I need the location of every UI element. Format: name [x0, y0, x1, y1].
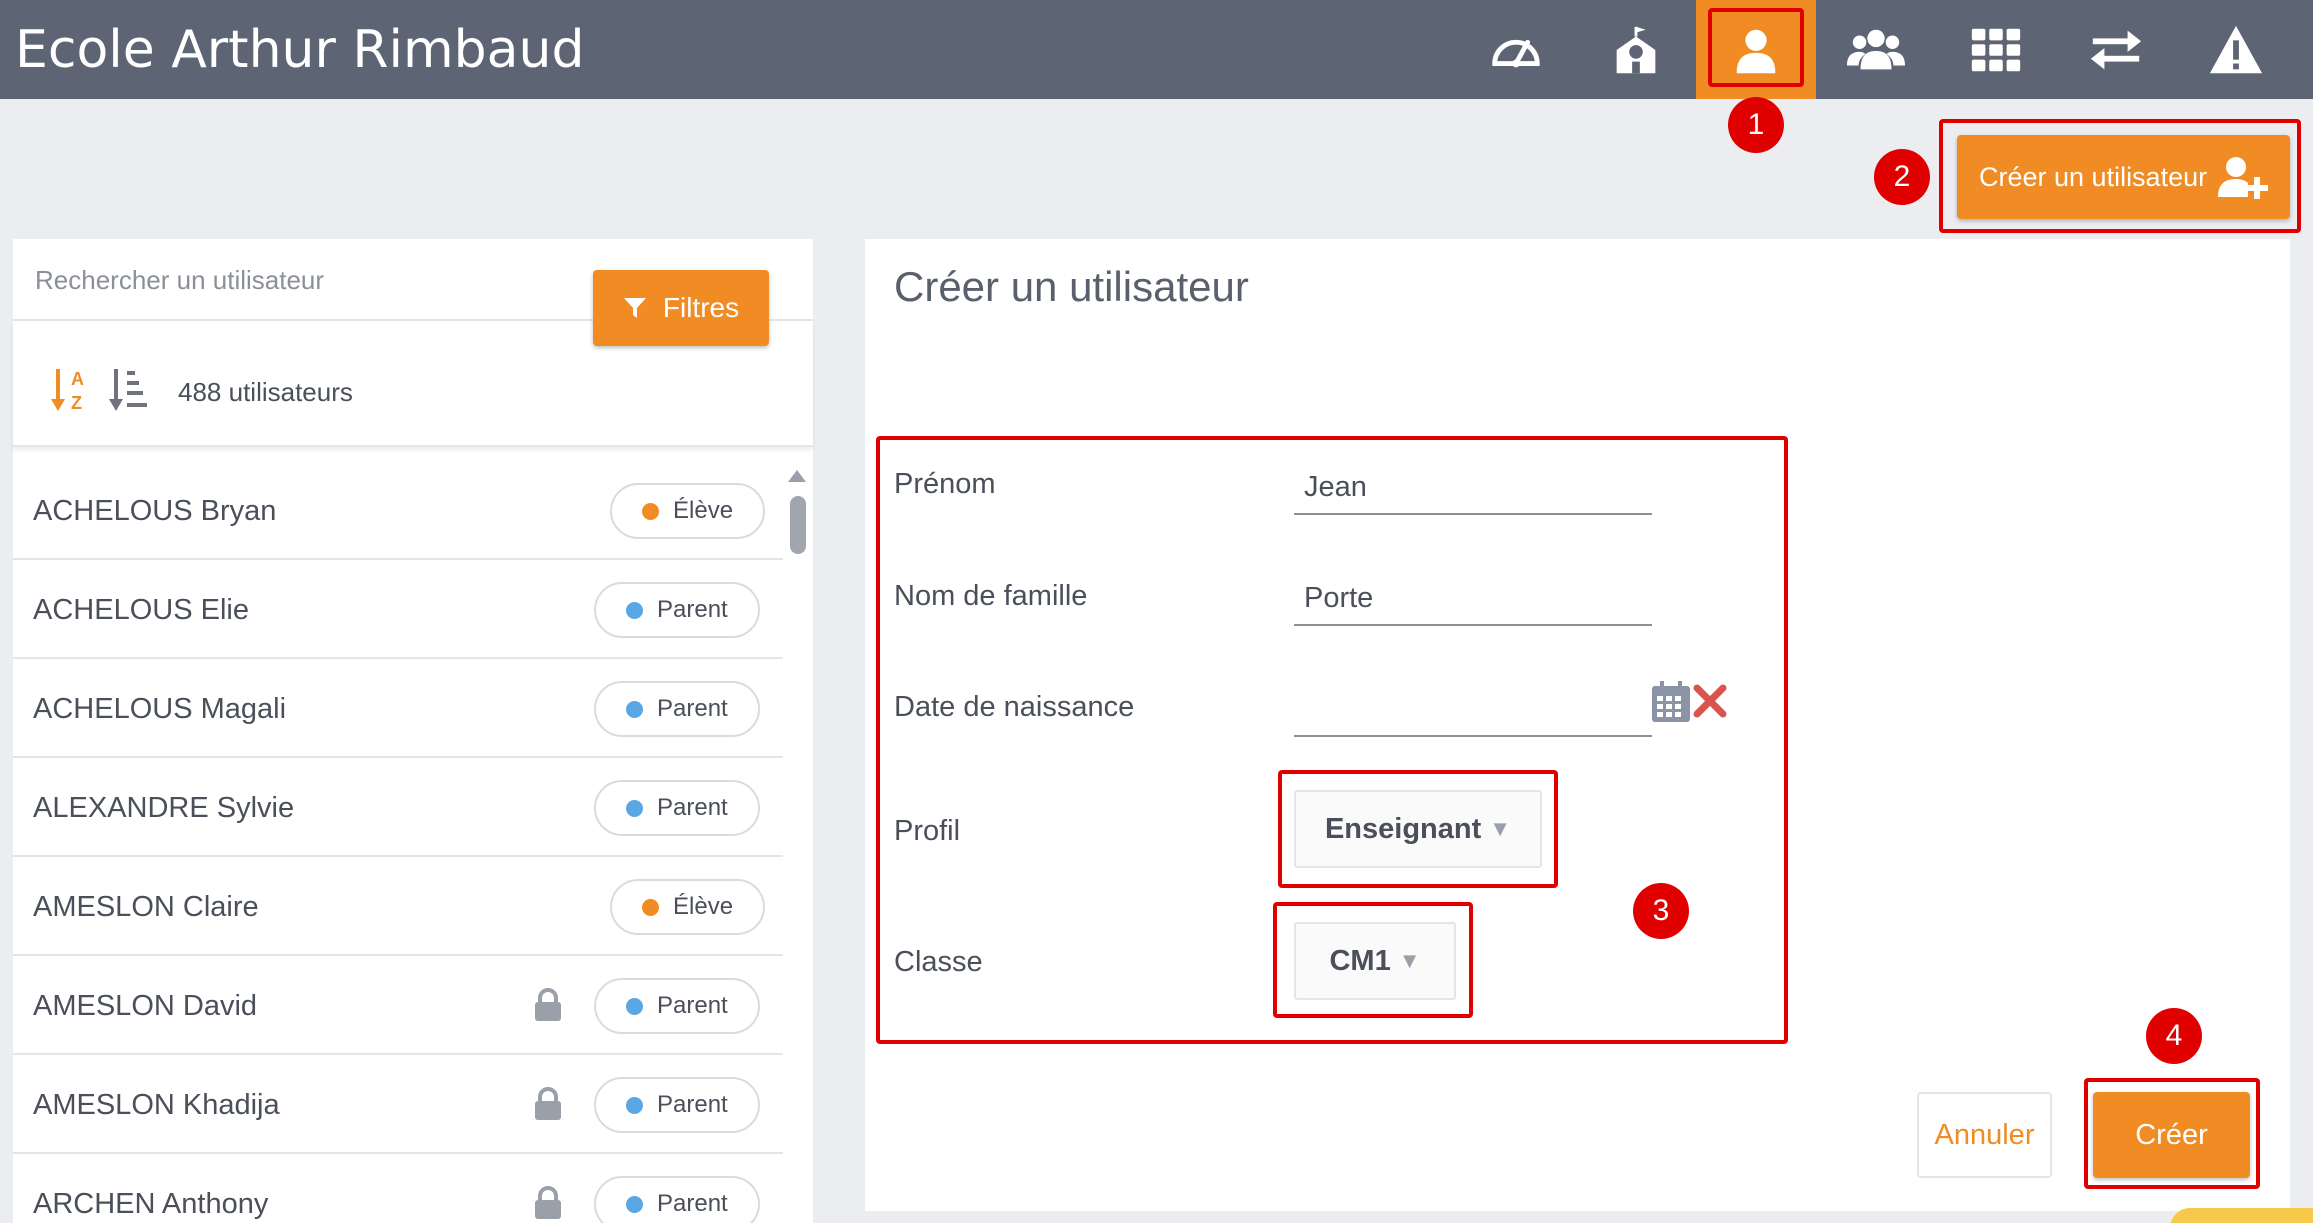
- users-group-icon[interactable]: [1816, 0, 1936, 99]
- annotation-box-2: [1939, 119, 2301, 233]
- annotation-badge-2: 2: [1874, 149, 1930, 205]
- list-item[interactable]: AMESLON Khadija Parent: [13, 1055, 783, 1154]
- school-building-icon[interactable]: [1576, 0, 1696, 99]
- school-name: Ecole Arthur Rimbaud: [15, 20, 585, 80]
- role-label: Parent: [657, 794, 728, 821]
- user-name: ALEXANDRE Sylvie: [33, 792, 295, 824]
- list-item[interactable]: AMESLON Claire Élève: [13, 857, 783, 956]
- role-badge: Élève: [610, 879, 766, 935]
- role-label: Parent: [657, 1091, 728, 1118]
- annotation-badge-3: 3: [1633, 883, 1689, 939]
- list-item[interactable]: ACHELOUS Magali Parent: [13, 659, 783, 758]
- role-label: Parent: [657, 992, 728, 1019]
- user-name: ARCHEN Anthony: [33, 1188, 269, 1220]
- filters-button[interactable]: Filtres: [593, 270, 769, 346]
- list-item[interactable]: ALEXANDRE Sylvie Parent: [13, 758, 783, 857]
- cancel-button[interactable]: Annuler: [1917, 1092, 2052, 1178]
- role-label: Parent: [657, 695, 728, 722]
- annotation-box-1: [1708, 8, 1804, 87]
- role-label: Parent: [657, 596, 728, 623]
- user-name: AMESLON Khadija: [33, 1089, 280, 1121]
- role-badge: Parent: [594, 1176, 760, 1223]
- user-list: ACHELOUS Bryan Élève ACHELOUS Elie Parent AC…: [13, 461, 783, 1223]
- annotation-badge-4: 4: [2146, 1008, 2202, 1064]
- user-name: AMESLON David: [33, 990, 258, 1022]
- role-label: Élève: [673, 497, 734, 524]
- lock-icon: [535, 988, 561, 1021]
- user-name: ACHELOUS Magali: [33, 693, 287, 725]
- user-name: ACHELOUS Elie: [33, 594, 249, 626]
- role-label: Parent: [657, 1190, 728, 1217]
- role-dot: [642, 898, 659, 916]
- annotation-box-4: [2084, 1078, 2260, 1189]
- sort-amount-icon[interactable]: [109, 365, 149, 413]
- list-item[interactable]: ARCHEN Anthony Parent: [13, 1154, 783, 1223]
- role-dot: [626, 700, 643, 718]
- form-title: Créer un utilisateur: [894, 263, 1249, 310]
- role-label: Élève: [673, 893, 734, 920]
- sort-alpha-icon[interactable]: AZ: [51, 365, 91, 413]
- scroll-up-arrow[interactable]: [788, 470, 806, 482]
- role-badge: Parent: [594, 780, 760, 836]
- user-name: AMESLON Claire: [33, 891, 259, 923]
- svg-text:A: A: [71, 369, 84, 389]
- user-name: ACHELOUS Bryan: [33, 495, 277, 527]
- corner-widget: [2170, 1208, 2313, 1223]
- scrollbar-thumb[interactable]: [790, 496, 806, 554]
- list-item[interactable]: ACHELOUS Elie Parent: [13, 560, 783, 659]
- role-badge: Parent: [594, 1077, 760, 1133]
- role-dot: [626, 601, 643, 619]
- annotation-badge-1: 1: [1728, 97, 1784, 153]
- list-item[interactable]: ACHELOUS Bryan Élève: [13, 461, 783, 560]
- annotation-box-class: [1273, 902, 1473, 1018]
- grid-apps-icon[interactable]: [1936, 0, 2056, 99]
- user-count: 488 utilisateurs: [178, 377, 353, 407]
- warning-icon[interactable]: [2176, 0, 2296, 99]
- role-dot: [642, 502, 659, 520]
- role-dot: [626, 1096, 643, 1114]
- exchange-arrows-icon[interactable]: [2056, 0, 2176, 99]
- user-list-panel: Rechercher un utilisateur AZ 488 utilisa…: [13, 239, 813, 1223]
- dashboard-gauge-icon[interactable]: [1456, 0, 1576, 99]
- role-badge: Parent: [594, 582, 760, 638]
- filter-icon: [623, 298, 646, 318]
- role-badge: Parent: [594, 681, 760, 737]
- lock-icon: [535, 1087, 561, 1120]
- annotation-box-profile: [1278, 770, 1558, 888]
- role-badge: Parent: [594, 978, 760, 1034]
- role-dot: [626, 799, 643, 817]
- role-dot: [626, 1195, 643, 1213]
- filters-label: Filtres: [662, 292, 740, 323]
- list-item[interactable]: AMESLON David Parent: [13, 956, 783, 1055]
- lock-icon: [535, 1186, 561, 1219]
- svg-text:Z: Z: [71, 393, 82, 413]
- role-dot: [626, 997, 643, 1015]
- role-badge: Élève: [610, 483, 766, 539]
